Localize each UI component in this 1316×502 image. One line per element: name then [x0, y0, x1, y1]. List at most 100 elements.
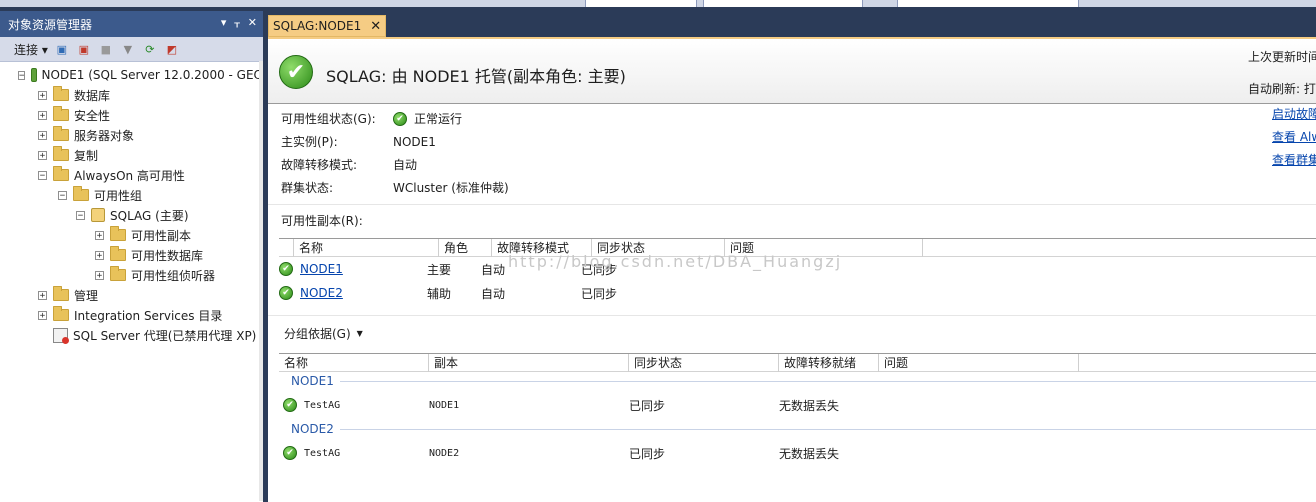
tree-node[interactable]: + 可用性组侦听器: [0, 265, 263, 285]
column-header[interactable]: 问题: [725, 239, 923, 257]
table-row[interactable]: ✔ TestAG NODE2 已同步 无数据丢失: [279, 438, 1316, 468]
tree-node[interactable]: − NODE1 (SQL Server 12.0.2000 - GEO: [0, 65, 263, 85]
object-explorer-scrollbar[interactable]: [259, 61, 263, 501]
tree-node[interactable]: − AlwaysOn 高可用性: [0, 165, 263, 185]
tree-node[interactable]: SQL Server 代理(已禁用代理 XP): [0, 325, 263, 345]
column-header[interactable]: 名称: [279, 354, 429, 372]
start-failover-link[interactable]: 启动故障: [1272, 105, 1316, 128]
column-header[interactable]: 副本: [429, 354, 629, 372]
property-row: 可用性组状态(G): ✔ 正常运行: [281, 107, 509, 130]
folder-icon: [53, 106, 69, 121]
dashboard-header: ✔ SQLAG: 由 NODE1 托管(副本角色: 主要) 上次更新时间 自动刷…: [268, 39, 1316, 104]
server-icon: [31, 68, 37, 82]
tree-node[interactable]: + 服务器对象: [0, 125, 263, 145]
cell-failover: 自动: [481, 262, 506, 277]
toolbar-search-box[interactable]: [897, 0, 1079, 7]
healthy-status-icon: ✔: [279, 55, 313, 89]
folder-icon: [53, 126, 69, 141]
group-header[interactable]: NODE1: [279, 372, 1316, 390]
property-label: 群集状态:: [281, 181, 334, 195]
connect-button[interactable]: 连接 ▾: [14, 41, 48, 58]
refresh-icon[interactable]: ⟳: [142, 41, 158, 57]
pin-icon[interactable]: ᚁ: [234, 16, 239, 29]
property-value-text: 自动: [393, 158, 418, 172]
expand-icon[interactable]: +: [95, 250, 104, 260]
tree-node-label: 可用性组侦听器: [131, 268, 216, 283]
expand-icon[interactable]: +: [38, 290, 47, 300]
column-header[interactable]: 故障转移模式: [492, 239, 592, 257]
activity-monitor-icon[interactable]: ◩: [164, 41, 180, 57]
tree-node-label: 管理: [74, 288, 99, 303]
divider: [268, 315, 1316, 316]
column-header[interactable]: 问题: [879, 354, 1079, 372]
disconnect-icon[interactable]: ▣: [76, 41, 92, 57]
group-by-dropdown[interactable]: 分组依据(G) ▼: [284, 325, 363, 342]
tab-label: SQLAG:NODE1: [273, 19, 362, 33]
tree-node[interactable]: − 可用性组: [0, 185, 263, 205]
view-cluster-link[interactable]: 查看群集: [1272, 151, 1316, 174]
collapse-icon[interactable]: −: [38, 170, 47, 180]
check-icon: ✔: [283, 398, 297, 412]
availability-group-icon: [91, 208, 105, 222]
table-row[interactable]: ✔ TestAG NODE1 已同步 无数据丢失: [279, 390, 1316, 420]
agent-disabled-icon: [53, 327, 69, 344]
cell-role: 辅助: [427, 286, 452, 301]
expand-icon[interactable]: +: [38, 310, 47, 320]
cell-ready: 无数据丢失: [779, 398, 840, 413]
column-header[interactable]: 故障转移就绪: [779, 354, 879, 372]
folder-icon: [53, 166, 69, 181]
tree-node[interactable]: + 数据库: [0, 85, 263, 105]
view-alwayson-link[interactable]: 查看 Alw: [1272, 128, 1316, 151]
replica-link[interactable]: NODE1: [300, 262, 343, 276]
collapse-icon[interactable]: −: [58, 190, 67, 200]
property-value: 自动: [393, 156, 417, 173]
table-row[interactable]: ✔ NODE1 主要 自动 已同步: [279, 257, 1316, 281]
replicas-section-title: 可用性副本(R):: [281, 214, 363, 228]
toolbar-combo[interactable]: [585, 0, 697, 7]
tree-node[interactable]: + 复制: [0, 145, 263, 165]
expand-icon[interactable]: +: [38, 150, 47, 160]
divider: [268, 204, 1316, 205]
toolbar-combo[interactable]: [703, 0, 863, 7]
connect-label: 连接: [14, 42, 39, 57]
folder-icon: [110, 266, 126, 281]
close-icon[interactable]: ✕: [248, 16, 257, 29]
collapse-icon[interactable]: −: [76, 210, 85, 220]
column-header[interactable]: 同步状态: [629, 354, 779, 372]
tree-node[interactable]: + Integration Services 目录: [0, 305, 263, 325]
connect-server-icon[interactable]: ▣: [54, 41, 70, 57]
tree-node-label: 安全性: [74, 108, 111, 123]
tree-node[interactable]: + 可用性数据库: [0, 245, 263, 265]
filter-icon[interactable]: ▼: [120, 41, 136, 57]
tab-sqlag-node1[interactable]: SQLAG:NODE1 ✕: [268, 15, 386, 37]
expand-icon[interactable]: +: [38, 130, 47, 140]
replica-name-cell: ✔ NODE1: [279, 262, 427, 276]
expand-icon[interactable]: +: [95, 230, 104, 240]
replicas-grid-header: 名称 角色 故障转移模式 同步状态 问题: [279, 238, 1316, 257]
table-row[interactable]: ✔ NODE2 辅助 自动 已同步: [279, 281, 1316, 305]
column-header[interactable]: 角色: [439, 239, 492, 257]
column-header[interactable]: 同步状态: [592, 239, 725, 257]
tree-node[interactable]: − SQLAG (主要): [0, 205, 263, 225]
folder-icon: [53, 286, 69, 301]
collapse-icon[interactable]: −: [18, 70, 26, 80]
tab-close-icon[interactable]: ✕: [370, 19, 381, 34]
expand-icon[interactable]: +: [95, 270, 104, 280]
dropdown-icon[interactable]: ▾: [221, 16, 227, 29]
replicas-grid: 名称 角色 故障转移模式 同步状态 问题 ✔ NODE1 主要 自动 已同步 ✔ NODE2 辅助 自动…: [279, 238, 1316, 305]
tree-node[interactable]: + 可用性副本: [0, 225, 263, 245]
stop-icon[interactable]: ■: [98, 41, 114, 57]
property-value: ✔ 正常运行: [393, 110, 462, 127]
tree-node[interactable]: + 安全性: [0, 105, 263, 125]
expand-icon[interactable]: +: [38, 110, 47, 120]
tree-node-label: SQL Server 代理(已禁用代理 XP): [73, 328, 257, 343]
dashboard-title: SQLAG: 由 NODE1 托管(副本角色: 主要): [326, 67, 626, 86]
tree-node[interactable]: + 管理: [0, 285, 263, 305]
replica-link[interactable]: NODE2: [300, 286, 343, 300]
tree-node-label: AlwaysOn 高可用性: [74, 168, 185, 183]
tree-node-label: NODE1 (SQL Server 12.0.2000 - GEO: [41, 68, 263, 82]
group-header[interactable]: NODE2: [279, 420, 1316, 438]
expand-icon[interactable]: +: [38, 90, 47, 100]
column-header[interactable]: 名称: [294, 239, 439, 257]
auto-refresh-label[interactable]: 自动刷新: 打: [1248, 80, 1316, 97]
